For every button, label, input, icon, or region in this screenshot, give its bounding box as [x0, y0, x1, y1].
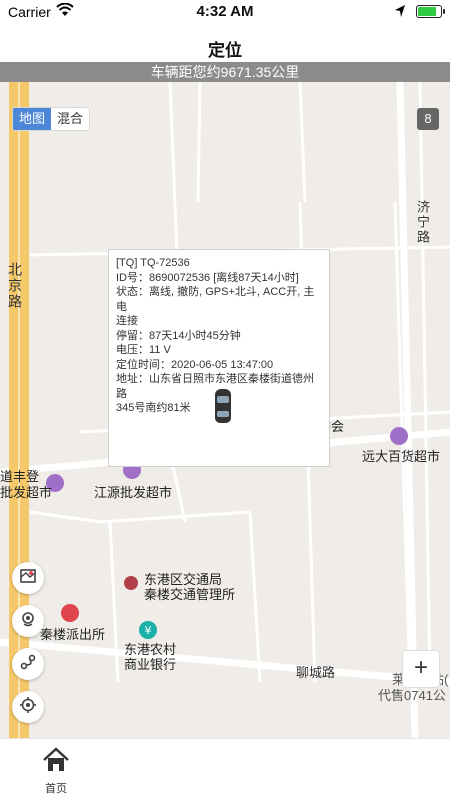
- clock-time: 4:32 AM: [196, 3, 254, 20]
- vehicle-status-line1: 状态：离线, 撤防, GPS+北斗, ACC开, 主电: [116, 286, 315, 313]
- vehicle-voltage-line: 电压：11 V: [116, 344, 171, 356]
- battery-icon: [416, 5, 445, 18]
- vehicle-id-line: ID号：8690072536 [离线87天14小时]: [116, 271, 299, 284]
- street-view-icon: [19, 610, 37, 633]
- bank-poi-icon: ¥: [139, 621, 157, 639]
- vehicle-status-line2: 连接: [116, 315, 138, 327]
- vehicle-header: [TQ] TQ-72536: [116, 257, 190, 269]
- tab-home-label: 首页: [45, 783, 67, 795]
- poi-traffic-bureau-line1[interactable]: 东港区交通局: [144, 572, 222, 588]
- poi-police-station[interactable]: 秦楼派出所: [40, 627, 105, 643]
- police-poi-icon: [61, 604, 79, 622]
- page-title: 定位: [208, 41, 242, 60]
- poi-yuanda-store[interactable]: 远大百货超市: [362, 449, 440, 465]
- my-location-icon: [19, 696, 37, 719]
- poi-traffic-bureau-line2[interactable]: 秦楼交通管理所: [144, 587, 235, 603]
- location-arrow-icon: [394, 4, 406, 23]
- zoom-level-badge: 8: [417, 108, 439, 130]
- distance-banner: 车辆距您约9671.35公里: [0, 62, 450, 82]
- home-icon: [41, 747, 71, 777]
- vehicle-stop-line: 停留：87天14小时45分钟: [116, 329, 241, 342]
- status-bar: Carrier 4:32 AM: [0, 0, 450, 24]
- vehicle-marker-icon[interactable]: [215, 389, 231, 423]
- tab-bar: 首页: [0, 738, 450, 801]
- vehicle-time-line: 定位时间：2020-06-05 13:47:00: [116, 358, 274, 371]
- map-layers-button[interactable]: [12, 562, 44, 594]
- poi-daofengdeng-line1[interactable]: 道丰登: [0, 469, 39, 485]
- poi-edge-label-line2: 代售0741公: [378, 688, 446, 703]
- map-type-toggle: 地图 混合: [12, 107, 91, 131]
- vehicle-info-popup: [TQ] TQ-72536 ID号：8690072536 [离线87天14小时]…: [108, 249, 330, 467]
- zoom-in-button[interactable]: +: [402, 650, 440, 688]
- poi-daofengdeng-line2[interactable]: 批发超市: [0, 485, 52, 501]
- street-label-jining-road: 济宁路: [415, 200, 430, 245]
- government-poi-icon: [124, 576, 138, 590]
- street-label-beijing-road: 北京路: [7, 262, 23, 310]
- tab-home[interactable]: 首页: [30, 747, 82, 796]
- poi-bank-line2[interactable]: 商业银行: [124, 657, 176, 673]
- street-label-liaocheng-road: 聊城路: [296, 665, 336, 680]
- shopping-poi-icon: [390, 427, 408, 445]
- track-playback-icon: [19, 653, 37, 676]
- map-type-standard-button[interactable]: 地图: [13, 108, 52, 130]
- poi-bank-line1[interactable]: 东港农村: [124, 642, 176, 658]
- poi-jiangyuan-store[interactable]: 江源批发超市: [94, 485, 172, 501]
- map-type-hybrid-button[interactable]: 混合: [51, 108, 89, 130]
- my-location-button[interactable]: [12, 691, 44, 723]
- map-layers-icon: [19, 567, 37, 590]
- street-view-button[interactable]: [12, 605, 44, 637]
- nav-bar: 定位: [0, 24, 450, 62]
- track-playback-button[interactable]: [12, 648, 44, 680]
- svg-text:¥: ¥: [145, 624, 152, 637]
- map-view[interactable]: 地图 混合 8 北京路 济宁路 聊城路 秦家楼村委会 远大百货超市 江源批发超市…: [0, 82, 450, 738]
